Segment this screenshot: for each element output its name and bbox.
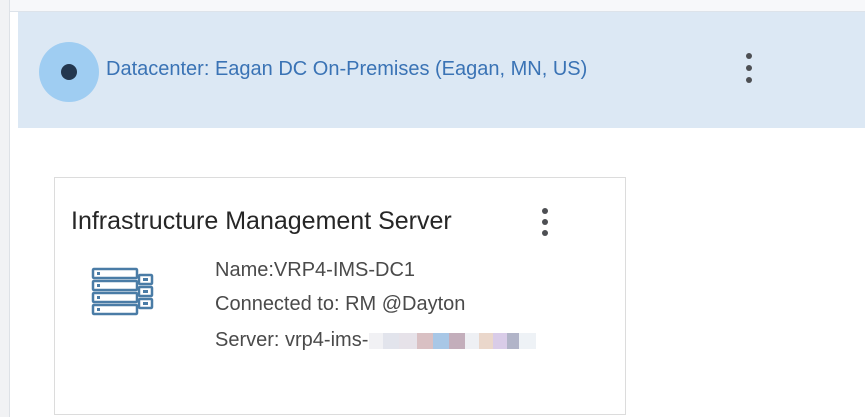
server-hostname: Server: vrp4-ims- bbox=[215, 329, 537, 352]
server-connected-to: Connected to: RM @Dayton bbox=[215, 293, 466, 315]
kebab-dot bbox=[746, 65, 752, 71]
datacenter-title[interactable]: Datacenter: Eagan DC On-Premises (Eagan,… bbox=[106, 58, 587, 81]
kebab-dot bbox=[746, 53, 752, 59]
top-border bbox=[10, 0, 865, 12]
kebab-dot bbox=[542, 230, 548, 236]
datacenter-header[interactable]: Datacenter: Eagan DC On-Premises (Eagan,… bbox=[18, 12, 865, 128]
datacenter-kebab-menu-icon[interactable] bbox=[745, 53, 753, 83]
status-dot-icon bbox=[39, 42, 99, 102]
server-rack-icon bbox=[91, 267, 154, 316]
status-dot-center bbox=[61, 64, 77, 80]
kebab-dot bbox=[542, 208, 548, 214]
kebab-dot bbox=[542, 219, 548, 225]
card-title: Infrastructure Management Server bbox=[71, 207, 452, 235]
server-hostname-text: Server: vrp4-ims- bbox=[215, 329, 369, 351]
server-name: Name:VRP4-IMS-DC1 bbox=[215, 259, 416, 281]
redacted-hostname-blur bbox=[369, 332, 537, 349]
left-border bbox=[0, 0, 10, 417]
page: Datacenter: Eagan DC On-Premises (Eagan,… bbox=[0, 0, 865, 417]
kebab-dot bbox=[746, 77, 752, 83]
card-kebab-menu-icon[interactable] bbox=[541, 208, 549, 236]
infrastructure-management-server-card[interactable]: Infrastructure Management Server Name:VR… bbox=[54, 177, 626, 415]
